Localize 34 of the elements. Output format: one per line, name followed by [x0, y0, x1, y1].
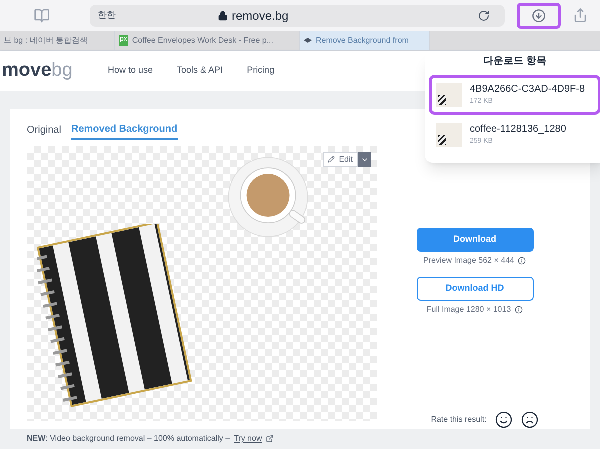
logo[interactable]: movebg [0, 56, 108, 86]
file-thumbnail [436, 123, 462, 147]
downloads-button[interactable] [517, 2, 561, 28]
file-name: 4B9A266C-C3AD-4D9F-8 [470, 83, 586, 98]
info-icon[interactable] [515, 306, 524, 314]
preview-note: Preview Image 562 × 444 [424, 255, 514, 267]
browser-tab[interactable]: 브 bg : 네이버 통합검색 [0, 31, 115, 50]
file-thumbnail [436, 83, 462, 107]
edit-button[interactable]: Edit [323, 152, 358, 167]
tab-title: Remove Background from [316, 34, 409, 46]
try-now-link[interactable]: Try now [234, 433, 262, 445]
tab-title: 브 bg : 네이버 통합검색 [4, 34, 88, 46]
nav-link[interactable]: How to use [108, 64, 154, 78]
rating-label: Rate this result: [431, 414, 487, 426]
tab-title: Coffee Envelopes Work Desk - Free p... [132, 34, 274, 46]
nav-link[interactable]: Pricing [247, 64, 275, 78]
full-image-note: Full Image 1280 × 1013 [426, 304, 512, 316]
external-link-icon [266, 435, 274, 443]
site-icon [304, 38, 312, 43]
pencil-icon [328, 156, 336, 163]
banner-text: NEW: Video background removal – 100% automatically – [27, 433, 230, 445]
reader-label: 한한 [98, 8, 117, 22]
nav-link[interactable]: Tools & API [177, 64, 224, 78]
smile-icon[interactable] [494, 411, 513, 429]
info-icon[interactable] [518, 257, 526, 265]
lock-icon [218, 10, 228, 20]
popover-title: 다운로드 항목 [482, 55, 548, 69]
url-text: remove.bg [232, 8, 289, 24]
reload-icon[interactable] [478, 10, 490, 22]
file-name: coffee-1128136_1280 [470, 123, 566, 138]
address-bar[interactable]: 한한 remove.bg [90, 4, 505, 26]
view-tab[interactable]: Original [27, 122, 62, 140]
frown-icon[interactable] [520, 411, 539, 429]
download-icon [532, 8, 546, 22]
